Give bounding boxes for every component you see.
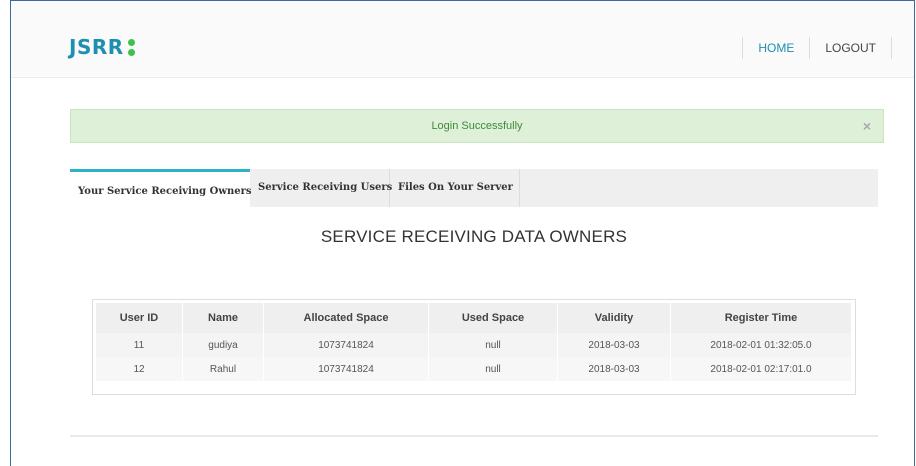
cell-name: Rahul (183, 357, 264, 381)
cell-allocated-space: 1073741824 (264, 333, 429, 357)
page-title: SERVICE RECEIVING DATA OWNERS (320, 227, 628, 246)
browser-frame: JSRR HOME LOGOUT Login Successfully × Yo… (10, 0, 915, 466)
cell-register-time: 2018-02-01 02:17:01.0 (671, 357, 852, 381)
cell-used-space: null (429, 357, 558, 381)
nav-home-link[interactable]: HOME (743, 37, 811, 59)
col-header-used-space: Used Space (429, 303, 558, 333)
logo-dots-icon (127, 37, 136, 57)
tab-files-on-server[interactable]: Files On Your Server (390, 169, 520, 207)
col-header-user-id: User ID (96, 303, 183, 333)
table-row: 11 gudiya 1073741824 null 2018-03-03 201… (96, 333, 852, 357)
nav-logout-link[interactable]: LOGOUT (810, 37, 892, 59)
content-panel: Your Service Receiving Owners Service Re… (70, 169, 878, 437)
cell-register-time: 2018-02-01 01:32:05.0 (671, 333, 852, 357)
top-navbar: JSRR HOME LOGOUT (11, 1, 914, 78)
tab-service-receiving-owners[interactable]: Your Service Receiving Owners (70, 169, 251, 207)
close-icon[interactable]: × (863, 110, 871, 142)
owners-table: User ID Name Allocated Space Used Space … (96, 303, 852, 381)
cell-validity: 2018-03-03 (558, 333, 671, 357)
cell-validity: 2018-03-03 (558, 357, 671, 381)
alert-message: Login Successfully (431, 120, 523, 132)
cell-user-id: 12 (96, 357, 183, 381)
cell-used-space: null (429, 333, 558, 357)
cell-name: gudiya (183, 333, 264, 357)
tab-service-receiving-users[interactable]: Service Receiving Users (250, 169, 392, 207)
cell-user-id: 11 (96, 333, 183, 357)
logo-text: JSRR (69, 35, 124, 59)
table-row: 12 Rahul 1073741824 null 2018-03-03 2018… (96, 357, 852, 381)
success-alert: Login Successfully × (70, 109, 884, 143)
table-header-row: User ID Name Allocated Space Used Space … (96, 303, 852, 333)
col-header-validity: Validity (558, 303, 671, 333)
col-header-register-time: Register Time (671, 303, 852, 333)
col-header-allocated-space: Allocated Space (264, 303, 429, 333)
col-header-name: Name (183, 303, 264, 333)
logo[interactable]: JSRR (69, 35, 136, 59)
cell-allocated-space: 1073741824 (264, 357, 429, 381)
tab-bar: Your Service Receiving Owners Service Re… (70, 169, 878, 207)
owners-table-container: User ID Name Allocated Space Used Space … (92, 299, 856, 395)
main-nav: HOME LOGOUT (742, 37, 892, 59)
